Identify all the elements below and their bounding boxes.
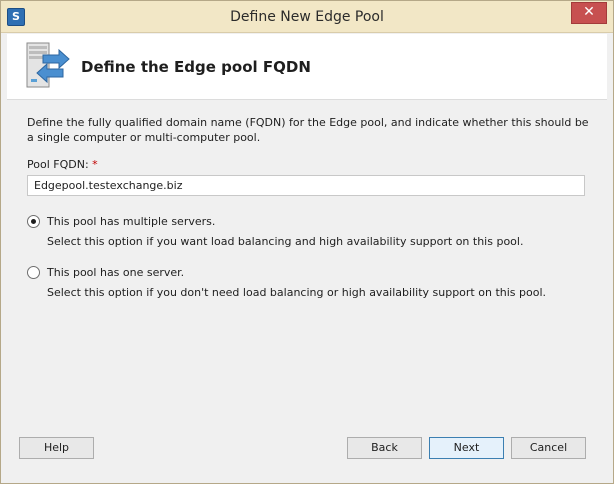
back-button[interactable]: Back [347, 437, 422, 459]
title-bar[interactable]: S Define New Edge Pool ✕ [1, 1, 613, 33]
next-button[interactable]: Next [429, 437, 504, 459]
server-with-arrows-icon [26, 42, 70, 88]
radio-button-multiple[interactable] [27, 215, 40, 228]
radio-label-multiple[interactable]: This pool has multiple servers. [47, 214, 215, 229]
page-title: Define the Edge pool FQDN [81, 58, 311, 76]
radio-button-one[interactable] [27, 266, 40, 279]
dialog-window: S Define New Edge Pool ✕ Define the Edge… [0, 0, 614, 484]
help-button[interactable]: Help [19, 437, 94, 459]
cancel-button[interactable]: Cancel [511, 437, 586, 459]
radio-label-one[interactable]: This pool has one server. [47, 265, 184, 280]
radio-description-one: Select this option if you don't need loa… [47, 286, 547, 299]
window-title: Define New Edge Pool [230, 9, 384, 25]
header-panel: Define the Edge pool FQDN [7, 34, 607, 100]
radio-selected-dot [31, 219, 36, 224]
required-marker: * [92, 158, 98, 171]
pool-fqdn-input[interactable] [27, 175, 585, 196]
fqdn-label-text: Pool FQDN: [27, 158, 89, 171]
close-button[interactable]: ✕ [571, 2, 607, 24]
radio-description-multiple: Select this option if you want load bala… [47, 235, 524, 248]
description-text: Define the fully qualified domain name (… [27, 116, 589, 144]
fqdn-label: Pool FQDN: * [27, 157, 98, 172]
